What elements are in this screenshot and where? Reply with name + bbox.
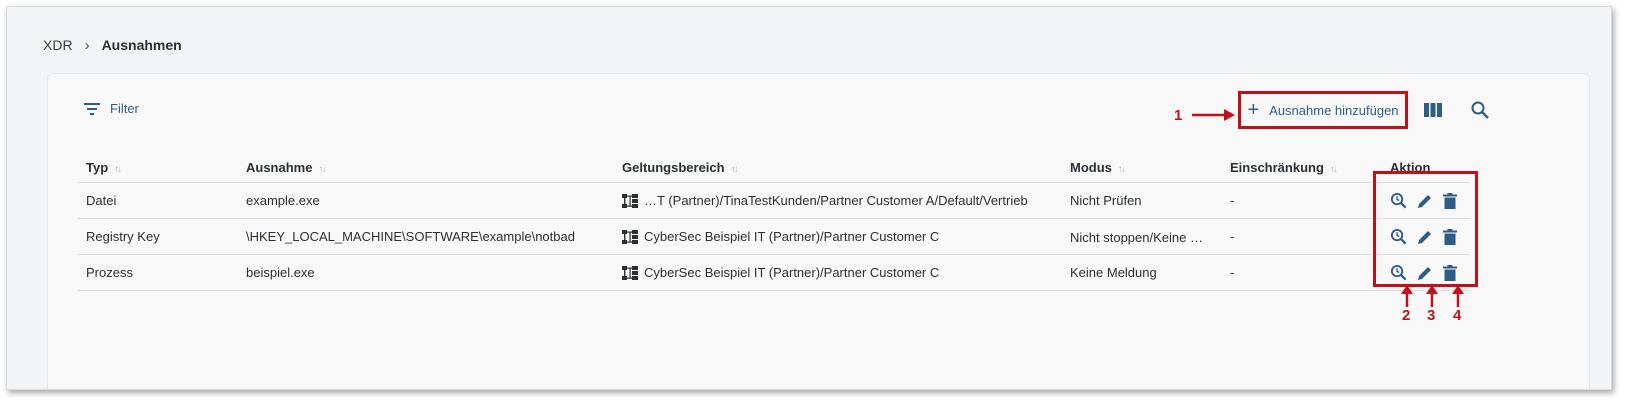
view-history-icon[interactable]: [1390, 264, 1407, 281]
sort-icon[interactable]: ↑↓: [731, 164, 739, 175]
sort-icon[interactable]: ↑↓: [318, 164, 326, 175]
search-icon: [1471, 101, 1489, 119]
hierarchy-icon: [622, 229, 638, 244]
header-ausnahme[interactable]: Ausnahme ↑↓: [238, 152, 614, 183]
annotation-arrow-icon: [1401, 285, 1413, 307]
cell-modus: Nicht stoppen/Keine Meldung: [1062, 218, 1222, 255]
edit-icon[interactable]: [1417, 193, 1433, 209]
sort-icon[interactable]: ↑↓: [1330, 164, 1338, 175]
annotation-4: 4: [1453, 307, 1462, 324]
delete-icon[interactable]: [1443, 192, 1457, 209]
breadcrumb-separator: ›: [84, 36, 90, 54]
filter-button[interactable]: Filter: [84, 101, 139, 116]
exceptions-table: Typ ↑↓ Ausnahme ↑↓ Geltungsbereich ↑↓ Modus…: [78, 152, 1470, 291]
annotation-arrow-icon: [1452, 285, 1464, 307]
cell-aktion: [1382, 218, 1470, 255]
header-modus[interactable]: Modus ↑↓: [1062, 152, 1222, 183]
table-header-row: Typ ↑↓ Ausnahme ↑↓ Geltungsbereich ↑↓ Modus…: [78, 152, 1470, 183]
header-typ[interactable]: Typ ↑↓: [78, 152, 238, 183]
cell-ausnahme: \HKEY_LOCAL_MACHINE\SOFTWARE\example\not…: [238, 218, 614, 255]
hierarchy-icon: [622, 265, 638, 280]
cell-modus: Nicht Prüfen: [1062, 182, 1222, 219]
annotation-arrow-icon: [1426, 285, 1438, 307]
plus-icon: +: [1247, 99, 1260, 121]
app-window: XDR › Ausnahmen Filter 1 + Ausnahme hinz…: [6, 6, 1612, 390]
cell-scope: CyberSec Beispiel IT (Partner)/Partner C…: [614, 254, 1062, 291]
view-history-icon[interactable]: [1390, 192, 1407, 209]
exceptions-card: Filter 1 + Ausnahme hinzufügen Typ ↑↓ Au…: [47, 73, 1590, 389]
filter-icon: [84, 102, 100, 115]
cell-typ: Registry Key: [78, 218, 238, 255]
columns-icon: [1424, 103, 1442, 117]
cell-ausnahme: example.exe: [238, 182, 614, 219]
annotation-2: 2: [1402, 307, 1411, 324]
cell-aktion: [1382, 182, 1470, 219]
cell-typ: Datei: [78, 182, 238, 219]
search-button[interactable]: [1471, 101, 1489, 124]
delete-icon[interactable]: [1443, 228, 1457, 245]
cell-einschraenkung: -: [1222, 218, 1382, 255]
table-row[interactable]: Prozess beispiel.exe CyberSec Beispiel I…: [78, 254, 1470, 291]
table-row[interactable]: Registry Key \HKEY_LOCAL_MACHINE\SOFTWAR…: [78, 218, 1470, 255]
annotation-1: 1: [1174, 107, 1183, 124]
header-einschraenkung[interactable]: Einschränkung ↑↓: [1222, 152, 1382, 183]
breadcrumb-root[interactable]: XDR: [43, 37, 73, 53]
cell-modus: Keine Meldung: [1062, 254, 1222, 291]
add-exception-button[interactable]: + Ausnahme hinzufügen: [1238, 91, 1408, 129]
filter-label: Filter: [110, 101, 139, 116]
cell-scope: …T (Partner)/TinaTestKunden/Partner Cust…: [614, 182, 1062, 219]
cell-scope: CyberSec Beispiel IT (Partner)/Partner C…: [614, 218, 1062, 255]
cell-einschraenkung: -: [1222, 182, 1382, 219]
edit-icon[interactable]: [1417, 265, 1433, 281]
annotation-3: 3: [1427, 307, 1436, 324]
add-exception-label: Ausnahme hinzufügen: [1269, 102, 1399, 118]
delete-icon[interactable]: [1443, 264, 1457, 281]
hierarchy-icon: [622, 193, 638, 208]
sort-icon[interactable]: ↑↓: [114, 164, 122, 175]
breadcrumb: XDR › Ausnahmen: [43, 35, 182, 55]
cell-typ: Prozess: [78, 254, 238, 291]
edit-icon[interactable]: [1417, 229, 1433, 245]
cell-ausnahme: beispiel.exe: [238, 254, 614, 291]
table-row[interactable]: Datei example.exe …T (Partner)/TinaTestK…: [78, 182, 1470, 219]
cell-einschraenkung: -: [1222, 254, 1382, 291]
columns-button[interactable]: [1424, 102, 1442, 123]
header-geltungsbereich[interactable]: Geltungsbereich ↑↓: [614, 152, 1062, 183]
annotation-arrow-icon: [1192, 109, 1235, 121]
view-history-icon[interactable]: [1390, 228, 1407, 245]
header-aktion: Aktion: [1382, 152, 1470, 183]
breadcrumb-current: Ausnahmen: [101, 37, 182, 53]
sort-icon[interactable]: ↑↓: [1118, 164, 1126, 175]
